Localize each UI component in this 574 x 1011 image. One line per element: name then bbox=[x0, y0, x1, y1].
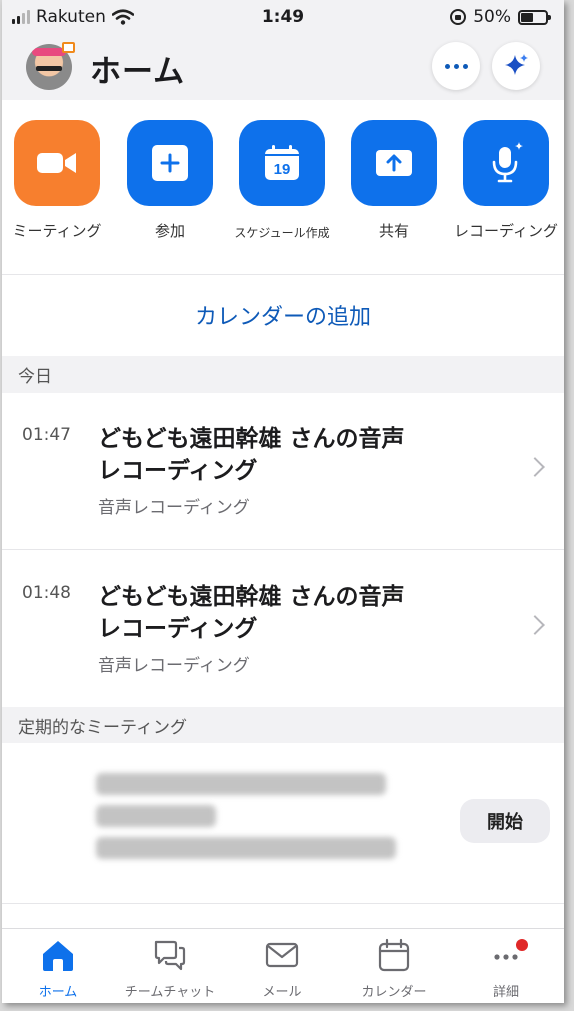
start-button[interactable]: 開始 bbox=[460, 799, 550, 843]
calendar-icon bbox=[378, 938, 410, 972]
recurring-section-header: 定期的なミーティング bbox=[2, 707, 564, 743]
divider bbox=[2, 549, 564, 550]
recurring-meeting-item[interactable]: 開始 bbox=[2, 743, 564, 903]
page-title: ホーム bbox=[90, 54, 186, 90]
ellipsis-icon bbox=[444, 63, 468, 69]
recording-action[interactable]: レコーディング bbox=[450, 120, 562, 241]
meeting-tile[interactable] bbox=[14, 120, 100, 206]
calendar-icon: 19 bbox=[265, 145, 299, 180]
schedule-tile[interactable]: 19 bbox=[239, 120, 325, 206]
tab-home[interactable]: ホーム bbox=[2, 937, 114, 1000]
chevron-right-icon bbox=[525, 615, 545, 635]
tab-bar: ホーム チームチャット メール カレンダー 詳細 bbox=[2, 928, 564, 1003]
add-calendar-link[interactable]: カレンダーの追加 bbox=[2, 274, 564, 356]
tab-label: 詳細 bbox=[492, 985, 519, 1000]
chevron-right-icon bbox=[525, 457, 545, 477]
today-section-header: 今日 bbox=[2, 356, 564, 393]
rotation-lock-icon bbox=[450, 9, 467, 25]
list-item[interactable]: 01:47 どもども遠田幹雄 さんの音声 レコーディング 音声レコーディング bbox=[2, 393, 564, 549]
tab-calendar[interactable]: カレンダー bbox=[338, 937, 450, 1000]
battery-fill bbox=[521, 12, 533, 22]
meeting-action[interactable]: ミーティング bbox=[2, 120, 113, 241]
video-camera-icon bbox=[37, 153, 76, 173]
status-right: 50% bbox=[450, 7, 551, 27]
tab-label: メール bbox=[262, 985, 302, 1000]
calendar-day-text: 19 bbox=[274, 161, 291, 178]
join-label: 参加 bbox=[154, 222, 185, 240]
battery-icon bbox=[518, 9, 551, 25]
redacted-meeting-info bbox=[96, 773, 396, 869]
phone-screen: Rakuten 1:49 50% ホーム ミーティング 参加 19 スケジュール… bbox=[2, 0, 564, 1003]
tab-mail[interactable]: メール bbox=[226, 937, 338, 1000]
tab-label: カレンダー bbox=[361, 985, 427, 1000]
mail-icon bbox=[265, 942, 299, 968]
calendar-badge-icon bbox=[62, 42, 75, 53]
meeting-label: ミーティング bbox=[12, 222, 102, 240]
tab-label: チームチャット bbox=[124, 985, 216, 1000]
tab-team-chat[interactable]: チームチャット bbox=[114, 937, 226, 1000]
recording-label: レコーディング bbox=[454, 222, 558, 240]
join-action[interactable]: 参加 bbox=[114, 120, 226, 241]
plus-icon bbox=[152, 145, 188, 181]
tab-label: ホーム bbox=[38, 985, 78, 1000]
share-label: 共有 bbox=[378, 222, 409, 240]
item-title: どもども遠田幹雄 さんの音声 レコーディング bbox=[98, 423, 478, 487]
item-title-line: どもども遠田幹雄 さんの音声 bbox=[98, 584, 405, 610]
battery-percent: 50% bbox=[473, 7, 511, 27]
schedule-action[interactable]: 19 スケジュール作成 bbox=[226, 120, 338, 241]
tab-more[interactable]: 詳細 bbox=[450, 937, 562, 1000]
notification-badge bbox=[516, 939, 528, 951]
share-screen-icon bbox=[376, 150, 412, 176]
quick-actions: ミーティング 参加 19 スケジュール作成 共有 レコーディング bbox=[2, 120, 564, 270]
share-tile[interactable] bbox=[351, 120, 437, 206]
recording-tile[interactable] bbox=[463, 120, 549, 206]
home-icon bbox=[43, 941, 73, 971]
join-tile[interactable] bbox=[127, 120, 213, 206]
more-options-button[interactable] bbox=[432, 42, 480, 90]
chat-icon bbox=[154, 940, 186, 971]
status-bar: Rakuten 1:49 50% bbox=[2, 0, 564, 36]
sparkle-icon bbox=[505, 54, 528, 75]
item-title: どもども遠田幹雄 さんの音声 レコーディング bbox=[98, 581, 478, 645]
microphone-icon bbox=[492, 142, 523, 183]
item-title-line: レコーディング bbox=[98, 458, 258, 484]
schedule-label: スケジュール作成 bbox=[234, 226, 330, 240]
item-time: 01:48 bbox=[22, 583, 71, 603]
item-title-line: レコーディング bbox=[98, 616, 258, 642]
ai-companion-button[interactable] bbox=[492, 42, 540, 90]
item-subtitle: 音声レコーディング bbox=[98, 498, 250, 518]
divider bbox=[2, 903, 564, 904]
share-action[interactable]: 共有 bbox=[338, 120, 450, 241]
list-item[interactable]: 01:48 どもども遠田幹雄 さんの音声 レコーディング 音声レコーディング bbox=[2, 551, 564, 707]
item-title-line: どもども遠田幹雄 さんの音声 bbox=[98, 426, 405, 452]
item-subtitle: 音声レコーディング bbox=[98, 656, 250, 676]
item-time: 01:47 bbox=[22, 425, 71, 445]
